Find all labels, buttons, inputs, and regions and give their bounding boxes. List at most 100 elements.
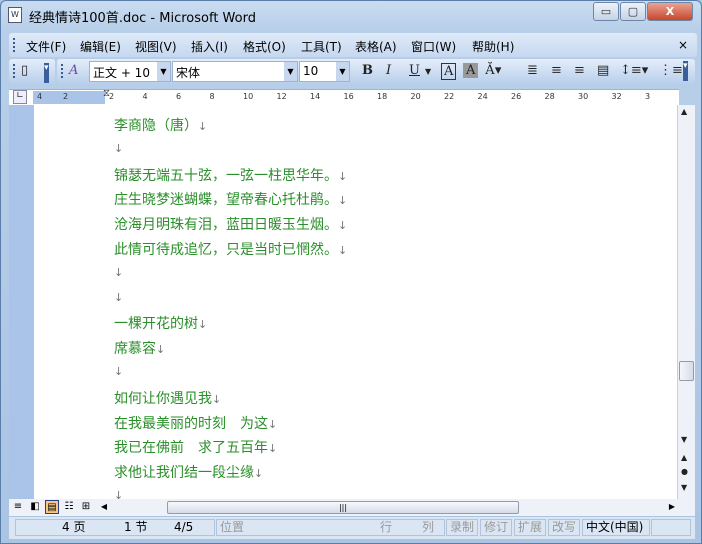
font-select[interactable]: 宋体 ▼ [172, 61, 298, 82]
text-line[interactable]: 李商隐（唐）↓ [114, 115, 207, 135]
view-bar: ≡ ◧ ▤ ☷ ⊞ ◀ ||| ▶ [9, 499, 695, 516]
ruler-tick-label: 16 [343, 92, 354, 101]
align-center-icon[interactable]: ≡ [551, 63, 562, 78]
tab-selector-icon[interactable]: ∟ [13, 90, 27, 104]
underline-button[interactable]: U [409, 63, 420, 78]
italic-button[interactable]: I [386, 63, 391, 78]
word-window: W 经典情诗100首.doc - Microsoft Word ▭ ▢ X 文件… [0, 0, 702, 544]
line-text: 求他让我们结一段尘缘 [114, 465, 254, 482]
align-justify-icon[interactable]: ≣ [527, 63, 538, 78]
paragraph-mark-icon: ↓ [198, 318, 208, 332]
close-document-button[interactable]: × [678, 38, 688, 52]
web-layout-icon[interactable]: ◧ [28, 500, 42, 514]
normal-view-icon[interactable]: ≡ [11, 500, 25, 514]
align-right-icon[interactable]: ≡ [574, 63, 585, 78]
grip-handle[interactable] [61, 64, 63, 78]
overtype-indicator[interactable]: 改写 [548, 519, 581, 536]
scroll-right-icon[interactable]: ▶ [665, 500, 679, 514]
scroll-down-icon[interactable]: ▼ [681, 435, 687, 444]
toolbar-options-icon[interactable]: ▾ [683, 61, 688, 81]
paragraph-mark-icon: ↓ [198, 120, 208, 133]
horizontal-ruler[interactable]: ∟ ⧖ 4 2 2 4 6 8 10 12 14 16 18 20 22 24 26 28 30 32 3 [9, 88, 679, 105]
grip-handle[interactable] [13, 38, 15, 52]
language-indicator[interactable]: 中文(中国) [582, 519, 650, 536]
ruler-tick-label: 18 [377, 92, 388, 101]
line-text: 席慕容 [114, 341, 156, 358]
chevron-down-icon[interactable]: ▼ [425, 67, 431, 76]
text-line[interactable]: ↓ [114, 487, 123, 499]
paragraph-mark-icon: ↓ [156, 343, 166, 357]
ruler-tick-label: 22 [444, 92, 455, 101]
ruler-tick-label: 26 [511, 92, 522, 101]
ruler-tick-label: 2 [63, 92, 69, 101]
text-line[interactable]: 席慕容↓ [114, 338, 165, 358]
ruler-tick-label: 8 [209, 92, 215, 101]
text-line[interactable]: 一棵开花的树↓ [114, 313, 207, 333]
close-button[interactable]: X [647, 2, 693, 21]
new-document-icon[interactable]: ▯ [21, 63, 28, 78]
paragraph-mark-icon: ↓ [338, 244, 348, 257]
scroll-left-icon[interactable]: ◀ [97, 500, 111, 514]
menu-edit[interactable]: 编辑(E) [80, 38, 121, 55]
menu-insert[interactable]: 插入(I) [191, 38, 228, 55]
character-scaling-icon[interactable]: Ӑ▾ [485, 63, 501, 78]
text-line[interactable]: ↓ [114, 140, 123, 156]
text-line[interactable]: 锦瑟无端五十弦，一弦一柱思华年。↓ [114, 165, 347, 185]
menu-format[interactable]: 格式(O) [243, 38, 286, 55]
character-shading-button[interactable]: A [463, 63, 479, 78]
print-layout-icon[interactable]: ▤ [45, 500, 59, 514]
line-spacing-icon[interactable]: ↕≡▾ [620, 63, 648, 78]
text-line[interactable]: ↓ [114, 264, 123, 280]
line-text: 庄生晓梦迷蝴蝶，望帝春心托杜鹃。 [114, 192, 338, 209]
character-border-button[interactable]: A [441, 63, 457, 80]
word-doc-icon: W [8, 7, 22, 23]
menu-tools[interactable]: 工具(T) [301, 38, 342, 55]
ruler-tick-label: 30 [578, 92, 589, 101]
reading-layout-icon[interactable]: ⊞ [79, 500, 93, 514]
text-line[interactable]: 求他让我们结一段尘缘↓ [114, 462, 263, 482]
style-select[interactable]: 正文 + 10 ▼ [89, 61, 171, 82]
text-line[interactable]: 我已在佛前 求了五百年↓ [114, 437, 277, 457]
title-bar: W 经典情诗100首.doc - Microsoft Word ▭ ▢ X [1, 1, 701, 29]
text-line[interactable]: 在我最美丽的时刻 为这↓ [114, 413, 277, 433]
text-line[interactable]: 庄生晓梦迷蝴蝶，望帝春心托杜鹃。↓ [114, 189, 347, 209]
chevron-down-icon: ▼ [336, 62, 349, 81]
menu-file[interactable]: 文件(F) [26, 38, 66, 55]
font-size-select[interactable]: 10 ▼ [299, 61, 350, 82]
text-line[interactable]: ↓ [114, 289, 123, 305]
distributed-align-icon[interactable]: ▤ [597, 63, 609, 78]
extend-selection-indicator[interactable]: 扩展 [514, 519, 547, 536]
grip-handle[interactable] [13, 64, 15, 78]
ruler-tick-label: 24 [477, 92, 488, 101]
next-page-icon[interactable]: ▼ [681, 483, 687, 492]
bold-button[interactable]: B [362, 63, 373, 78]
scroll-thumb[interactable] [679, 361, 694, 381]
line-text: 一棵开花的树 [114, 316, 198, 333]
menu-table[interactable]: 表格(A) [355, 38, 397, 55]
text-line[interactable]: 如何让你遇见我↓ [114, 388, 221, 408]
menu-window[interactable]: 窗口(W) [411, 38, 456, 55]
select-browse-object-icon[interactable]: ● [681, 467, 688, 476]
resize-grip[interactable] [651, 519, 691, 536]
previous-page-icon[interactable]: ▲ [681, 453, 687, 462]
paragraph-mark-icon: ↓ [338, 169, 348, 183]
vertical-scrollbar[interactable]: ▲ ▼ ▲ ● ▼ [677, 105, 695, 499]
horizontal-scroll-thumb[interactable]: ||| [167, 501, 519, 514]
record-macro-indicator[interactable]: 录制 [446, 519, 479, 536]
minimize-button[interactable]: ▭ [593, 2, 619, 21]
track-changes-indicator[interactable]: 修订 [480, 519, 513, 536]
text-line[interactable]: 沧海月明珠有泪，蓝田日暖玉生烟。↓ [114, 214, 347, 234]
scroll-up-icon[interactable]: ▲ [681, 107, 687, 116]
text-line[interactable]: 此情可待成追忆，只是当时已惘然。↓ [114, 239, 347, 259]
menu-view[interactable]: 视图(V) [135, 38, 177, 55]
outline-view-icon[interactable]: ☷ [62, 500, 76, 514]
maximize-button[interactable]: ▢ [620, 2, 646, 21]
numbering-icon[interactable]: ⋮≡ [659, 63, 683, 78]
text-line[interactable]: ↓ [114, 363, 123, 379]
styles-icon[interactable]: A [69, 63, 78, 78]
ruler-tick-label: 32 [611, 92, 622, 101]
toolbar-options-icon[interactable]: ▾ [44, 63, 49, 83]
paragraph-mark-icon: ↓ [114, 365, 124, 378]
document-area[interactable]: 李商隐（唐）↓ ↓ 锦瑟无端五十弦，一弦一柱思华年。↓ 庄生晓梦迷蝴蝶，望帝春心托杜鹃… [9, 105, 677, 499]
menu-help[interactable]: 帮助(H) [472, 38, 514, 55]
